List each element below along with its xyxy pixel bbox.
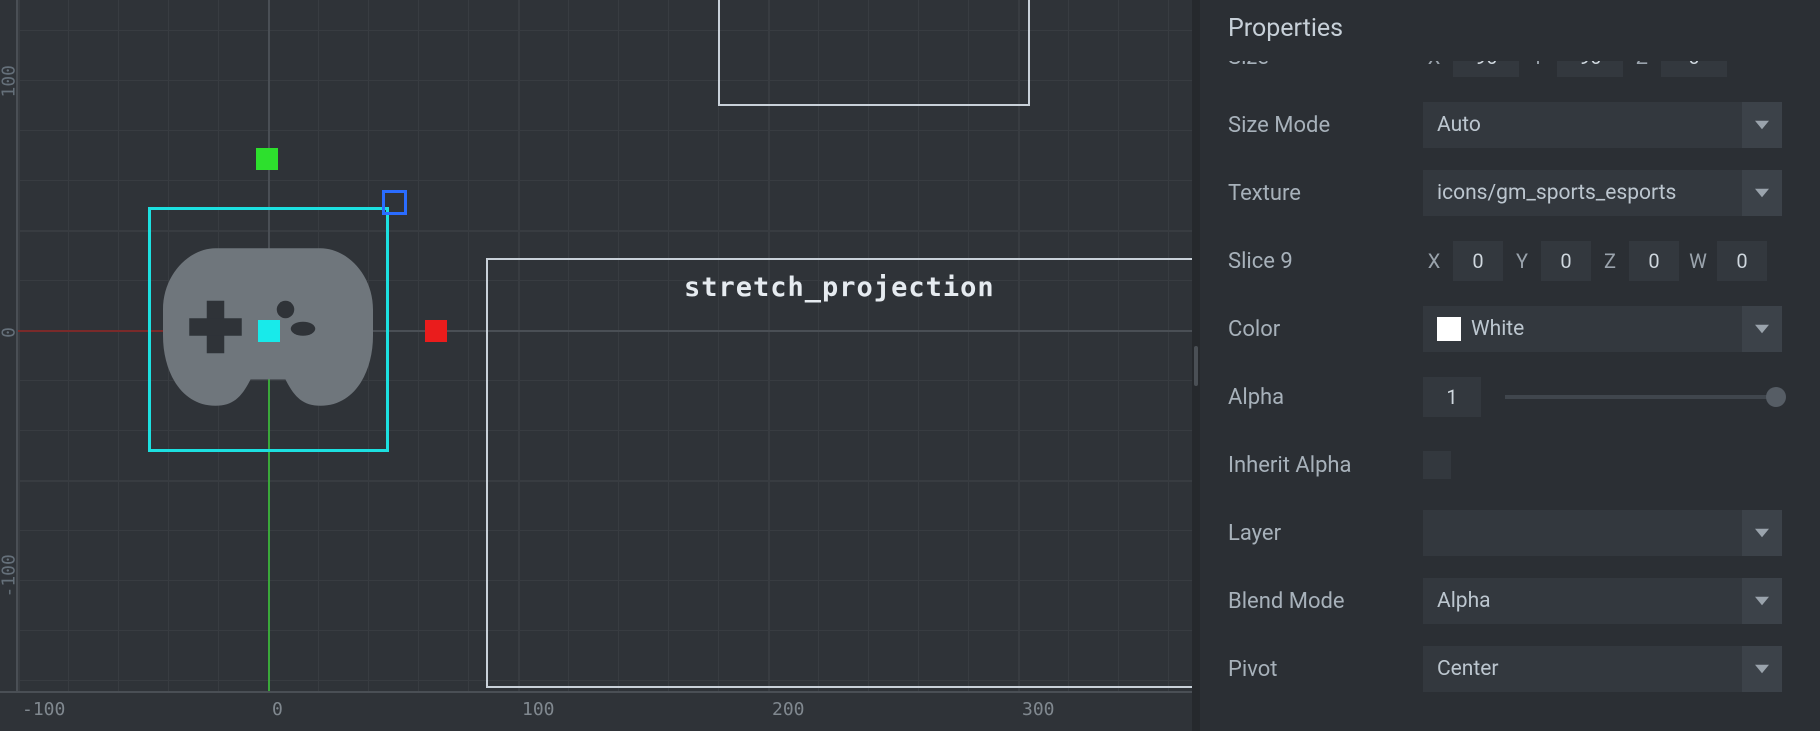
size-mode-value: Auto [1437,113,1481,137]
gizmo-handle-y[interactable] [256,148,278,170]
slice9-z-input[interactable]: 0 [1629,241,1679,281]
axis-label-z: Z [1631,61,1653,69]
color-select[interactable]: White [1423,306,1782,352]
ruler-vertical: 100 0 -100 [0,0,18,731]
texture-select[interactable]: icons/gm_sports_esports [1423,170,1782,216]
ruler-tick: 100 [0,68,20,98]
ruler-tick: 100 [522,699,555,720]
slider-thumb[interactable] [1766,387,1786,407]
ruler-horizontal: -100 0 100 200 300 [0,691,1192,731]
row-texture: Texture icons/gm_sports_esports [1200,159,1810,227]
label-blend-mode: Blend Mode [1228,589,1423,614]
panel-title: Properties [1200,0,1820,61]
node-label: stretch_projection [684,272,995,303]
gizmo-handle-rotate[interactable] [382,190,407,215]
axis-label-x: X [1423,249,1445,273]
row-size-mode: Size Mode Auto [1200,91,1810,159]
ruler-tick: 0 [272,699,283,720]
color-swatch [1437,317,1461,341]
label-size: Size [1228,61,1423,70]
pivot-value: Center [1437,657,1499,681]
size-y-input[interactable]: 96 [1557,61,1623,77]
size-z-input[interactable]: 0 [1661,61,1727,77]
chevron-down-icon [1742,510,1782,556]
slice9-y-input[interactable]: 0 [1541,241,1591,281]
chevron-down-icon [1742,170,1782,216]
ruler-tick: 300 [1022,699,1055,720]
blend-mode-value: Alpha [1437,589,1491,613]
ruler-tick: 0 [0,318,20,348]
outline-box-main[interactable] [486,258,1192,688]
label-pivot: Pivot [1228,657,1423,682]
scene-canvas[interactable]: stretch_projection 100 0 -100 -100 0 100… [0,0,1192,731]
row-alpha: Alpha 1 [1200,363,1810,431]
ruler-tick: 200 [772,699,805,720]
inherit-alpha-checkbox[interactable] [1423,451,1451,479]
alpha-input[interactable]: 1 [1423,377,1481,417]
label-alpha: Alpha [1228,385,1423,410]
label-color: Color [1228,317,1423,342]
chevron-down-icon [1742,646,1782,692]
label-slice9: Slice 9 [1228,249,1423,274]
blend-mode-select[interactable]: Alpha [1423,578,1782,624]
row-color: Color White [1200,295,1810,363]
slice9-w-input[interactable]: 0 [1717,241,1767,281]
axis-label-x: X [1423,61,1445,69]
alpha-slider[interactable] [1505,395,1776,399]
label-texture: Texture [1228,181,1423,206]
row-layer: Layer [1200,499,1810,567]
label-layer: Layer [1228,521,1423,546]
axis-label-w: W [1687,249,1709,273]
chevron-down-icon [1742,102,1782,148]
layer-select[interactable] [1423,510,1782,556]
row-blend-mode: Blend Mode Alpha [1200,567,1810,635]
axis-label-y: Y [1511,249,1533,273]
ruler-tick: -100 [0,568,20,598]
label-inherit-alpha: Inherit Alpha [1228,453,1423,478]
chevron-down-icon [1742,306,1782,352]
row-inherit-alpha: Inherit Alpha [1200,431,1810,499]
axis-label-y: Y [1527,61,1549,69]
ruler-tick: -100 [22,699,65,720]
size-x-input[interactable]: 96 [1453,61,1519,77]
chevron-down-icon [1742,578,1782,624]
texture-value: icons/gm_sports_esports [1437,181,1676,205]
gizmo-handle-x[interactable] [425,320,447,342]
gizmo-handle-center[interactable] [258,320,280,342]
color-value: White [1471,317,1524,341]
row-slice9: Slice 9 X 0 Y 0 Z 0 W 0 [1200,227,1810,295]
label-size-mode: Size Mode [1228,113,1423,138]
outline-box-top[interactable] [718,0,1030,106]
slice9-x-input[interactable]: 0 [1453,241,1503,281]
row-pivot: Pivot Center [1200,635,1810,703]
pivot-select[interactable]: Center [1423,646,1782,692]
row-size: Size X 96 Y 96 Z 0 [1200,61,1810,91]
size-mode-select[interactable]: Auto [1423,102,1782,148]
splitter-handle[interactable] [1192,0,1200,731]
axis-label-z: Z [1599,249,1621,273]
properties-panel: Properties Size X 96 Y 96 Z 0 Size Mode [1200,0,1820,731]
